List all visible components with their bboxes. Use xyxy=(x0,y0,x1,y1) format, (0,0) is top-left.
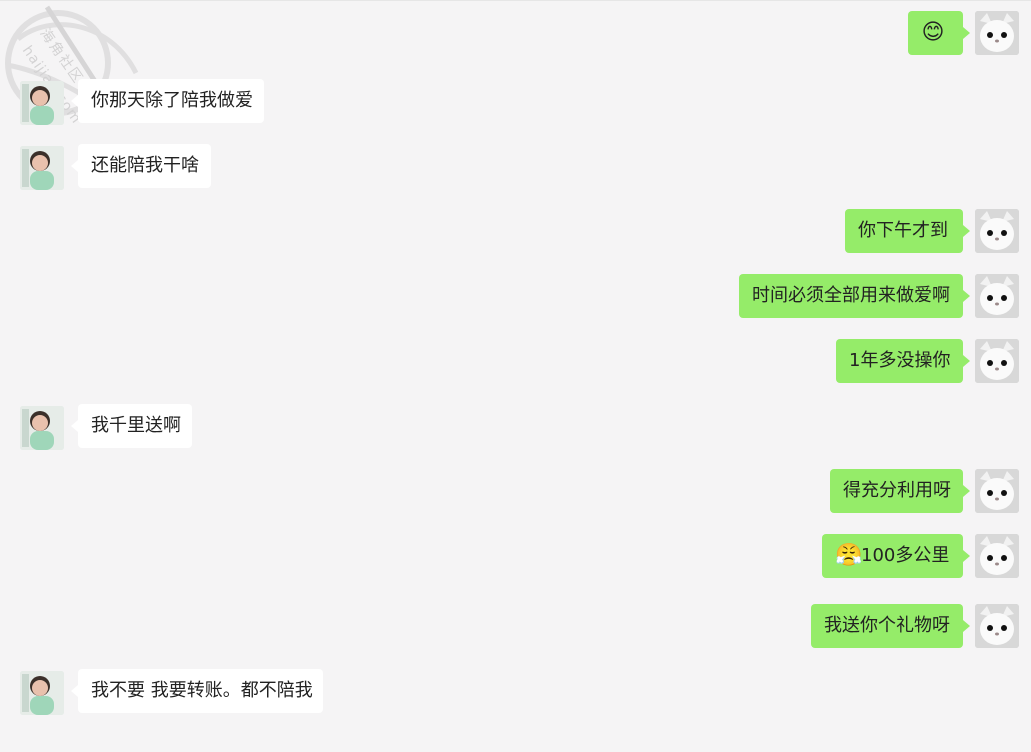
frustrated-emoji-icon: 😤 xyxy=(835,543,863,568)
girl-avatar[interactable] xyxy=(20,671,64,715)
message-text: 我千里送啊 xyxy=(91,415,181,436)
message-row: 你那天除了陪我做爱 xyxy=(0,79,1031,131)
girl-avatar-image xyxy=(20,671,64,715)
smile-emoji-icon: 😊 xyxy=(921,20,945,45)
message-row: 你下午才到 xyxy=(0,209,1031,261)
girl-avatar[interactable] xyxy=(20,146,64,190)
cat-avatar-image xyxy=(975,534,1019,578)
message-text: 1年多没操你 xyxy=(849,350,951,371)
message-text: 时间必须全部用来做爱啊 xyxy=(752,285,950,306)
message-row: 😊 xyxy=(0,11,1031,63)
incoming-message-bubble[interactable]: 你那天除了陪我做爱 xyxy=(71,79,264,123)
cat-avatar-image xyxy=(975,339,1019,383)
girl-avatar[interactable] xyxy=(20,406,64,450)
outgoing-message-bubble[interactable]: 我送你个礼物呀 xyxy=(811,604,970,648)
cat-avatar-image xyxy=(975,469,1019,513)
outgoing-message-bubble[interactable]: 时间必须全部用来做爱啊 xyxy=(739,274,970,318)
message-row: 还能陪我干啥 xyxy=(0,144,1031,196)
message-row: 得充分利用呀 xyxy=(0,469,1031,521)
message-text: 我不要 我要转账。都不陪我 xyxy=(91,680,313,701)
incoming-message-bubble[interactable]: 我不要 我要转账。都不陪我 xyxy=(71,669,323,713)
outgoing-message-bubble[interactable]: 得充分利用呀 xyxy=(830,469,970,513)
girl-avatar-image xyxy=(20,146,64,190)
message-text: 你那天除了陪我做爱 xyxy=(91,90,253,111)
cat-avatar-image xyxy=(975,604,1019,648)
message-text: 100多公里 xyxy=(861,545,950,566)
bottom-fade xyxy=(0,732,1031,752)
message-row: 😤100多公里 xyxy=(0,534,1031,586)
outgoing-message-bubble[interactable]: 你下午才到 xyxy=(845,209,970,253)
outgoing-message-bubble[interactable]: 😊 xyxy=(908,11,970,55)
girl-avatar-image xyxy=(20,406,64,450)
message-text: 我送你个礼物呀 xyxy=(824,615,950,636)
message-row: 我千里送啊 xyxy=(0,404,1031,456)
girl-avatar-image xyxy=(20,81,64,125)
cat-avatar[interactable] xyxy=(975,11,1019,55)
girl-avatar[interactable] xyxy=(20,81,64,125)
message-text: 你下午才到 xyxy=(858,220,948,241)
cat-avatar[interactable] xyxy=(975,469,1019,513)
message-row: 我送你个礼物呀 xyxy=(0,604,1031,656)
outgoing-message-bubble[interactable]: 1年多没操你 xyxy=(836,339,970,383)
message-row: 1年多没操你 xyxy=(0,339,1031,391)
cat-avatar[interactable] xyxy=(975,209,1019,253)
cat-avatar[interactable] xyxy=(975,274,1019,318)
incoming-message-bubble[interactable]: 还能陪我干啥 xyxy=(71,144,211,188)
message-text: 得充分利用呀 xyxy=(843,480,951,501)
message-row: 我不要 我要转账。都不陪我 xyxy=(0,669,1031,721)
cat-avatar[interactable] xyxy=(975,604,1019,648)
message-row: 时间必须全部用来做爱啊 xyxy=(0,274,1031,326)
cat-avatar-image xyxy=(975,209,1019,253)
message-text: 还能陪我干啥 xyxy=(91,155,199,176)
incoming-message-bubble[interactable]: 我千里送啊 xyxy=(71,404,192,448)
cat-avatar[interactable] xyxy=(975,534,1019,578)
outgoing-message-bubble[interactable]: 😤100多公里 xyxy=(822,534,970,578)
cat-avatar-image xyxy=(975,274,1019,318)
cat-avatar-image xyxy=(975,11,1019,55)
cat-avatar[interactable] xyxy=(975,339,1019,383)
chat-window: 海角社区 haijiao.com 😊 xyxy=(0,0,1031,752)
